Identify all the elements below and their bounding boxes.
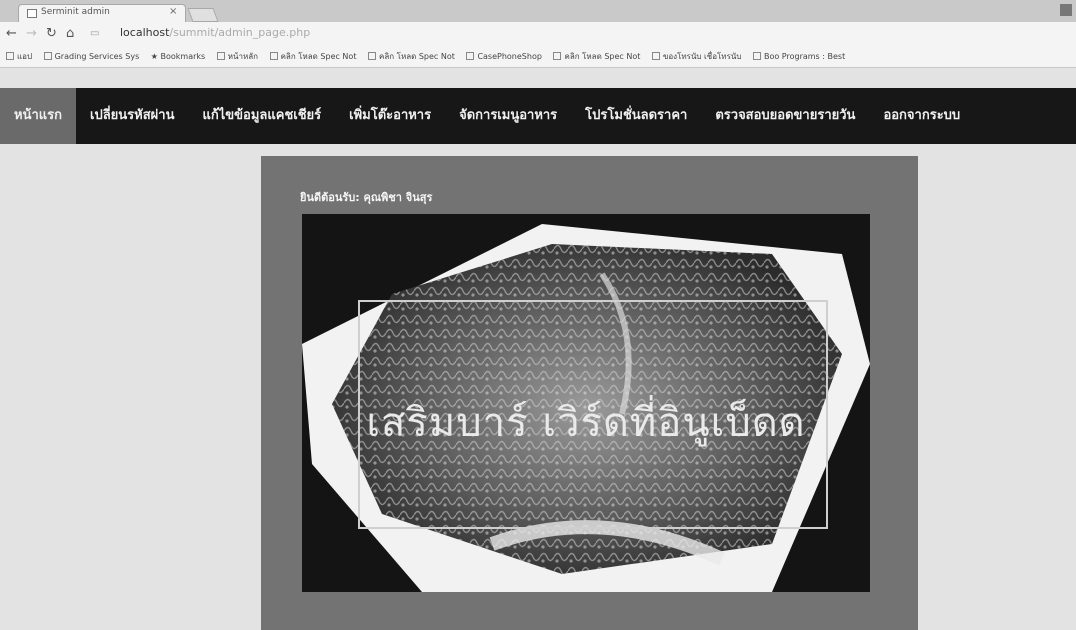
page-icon	[553, 52, 562, 60]
site-icon	[466, 52, 475, 60]
bookmark-item[interactable]: Boo Programs : Best	[752, 52, 845, 61]
bookmark-item[interactable]: ของโทรนับ เชื่อโทรนับ	[651, 50, 741, 63]
content-card: ยินดีต้อนรับ: คุณพิชา จินสุร เสริมบาร์ เ…	[261, 156, 918, 630]
bookmark-item[interactable]: คลิก โหลด Spec Not	[269, 50, 356, 63]
window-control-icon[interactable]	[1060, 4, 1072, 16]
star-icon: ★	[150, 52, 161, 61]
browser-toolbar: ← → ↻ ⌂ ▭ localhost/summit/admin_page.ph…	[0, 22, 1076, 68]
page-icon: ▭	[90, 28, 100, 39]
main-nav: หน้าแรก เปลี่ยนรหัสผ่าน แก้ไขข้อมูลแคชเช…	[0, 88, 1076, 144]
hero-title: เสริมบาร์ เวิร์ดที่อินูเบ็ดด	[366, 400, 806, 446]
hero-image: เสริมบาร์ เวิร์ดที่อินูเบ็ดด	[302, 214, 870, 592]
bookmark-item[interactable]: แอป	[6, 50, 32, 63]
page-favicon-icon	[27, 9, 37, 18]
page-icon	[43, 52, 52, 60]
new-tab-button[interactable]	[187, 8, 219, 22]
nav-daily-sales[interactable]: ตรวจสอบยอดขายรายวัน	[701, 88, 869, 144]
forward-icon[interactable]: →	[26, 26, 37, 41]
site-icon	[269, 52, 278, 60]
bookmark-item[interactable]: คลิก โหลด Spec Not	[368, 50, 455, 63]
page-icon	[752, 52, 761, 60]
nav-promotion[interactable]: โปรโมชั่นลดราคา	[571, 88, 701, 144]
nav-add-table[interactable]: เพิ่มโต๊ะอาหาร	[335, 88, 445, 144]
address-host: localhost	[120, 26, 170, 39]
address-bar[interactable]: localhost/summit/admin_page.php	[120, 26, 310, 39]
home-icon[interactable]: ⌂	[66, 26, 74, 41]
browser-tab-strip: Serminit admin ×	[0, 0, 1076, 22]
bookmark-item[interactable]: หน้าหลัก	[216, 50, 258, 63]
site-icon	[368, 52, 376, 60]
bookmark-item[interactable]: ★ Bookmarks	[151, 52, 205, 61]
apps-icon	[6, 52, 14, 60]
back-icon[interactable]: ←	[6, 26, 17, 41]
nav-logout[interactable]: ออกจากระบบ	[869, 88, 974, 144]
page-icon	[651, 52, 660, 60]
bookmarks-bar: แอป Grading Services Sys ★ Bookmarks หน้…	[6, 50, 1072, 66]
address-path: /summit/admin_page.php	[169, 26, 311, 39]
bookmark-item[interactable]: Grading Services Sys	[43, 52, 139, 61]
nav-edit-cashier[interactable]: แก้ไขข้อมูลแคชเชียร์	[188, 88, 335, 144]
welcome-message: ยินดีต้อนรับ: คุณพิชา จินสุร	[300, 191, 433, 204]
tab-title: Serminit admin	[41, 7, 110, 17]
nav-change-password[interactable]: เปลี่ยนรหัสผ่าน	[76, 88, 188, 144]
browser-tab[interactable]: Serminit admin ×	[18, 4, 186, 22]
nav-manage-menu[interactable]: จัดการเมนูอาหาร	[445, 88, 571, 144]
site-icon	[216, 52, 225, 60]
nav-home[interactable]: หน้าแรก	[0, 88, 76, 144]
reload-icon[interactable]: ↻	[46, 26, 57, 41]
bookmark-item[interactable]: คลิก โหลด Spec Not	[553, 50, 640, 63]
tab-close-icon[interactable]: ×	[169, 6, 177, 17]
bookmark-item[interactable]: CasePhoneShop	[466, 52, 542, 61]
